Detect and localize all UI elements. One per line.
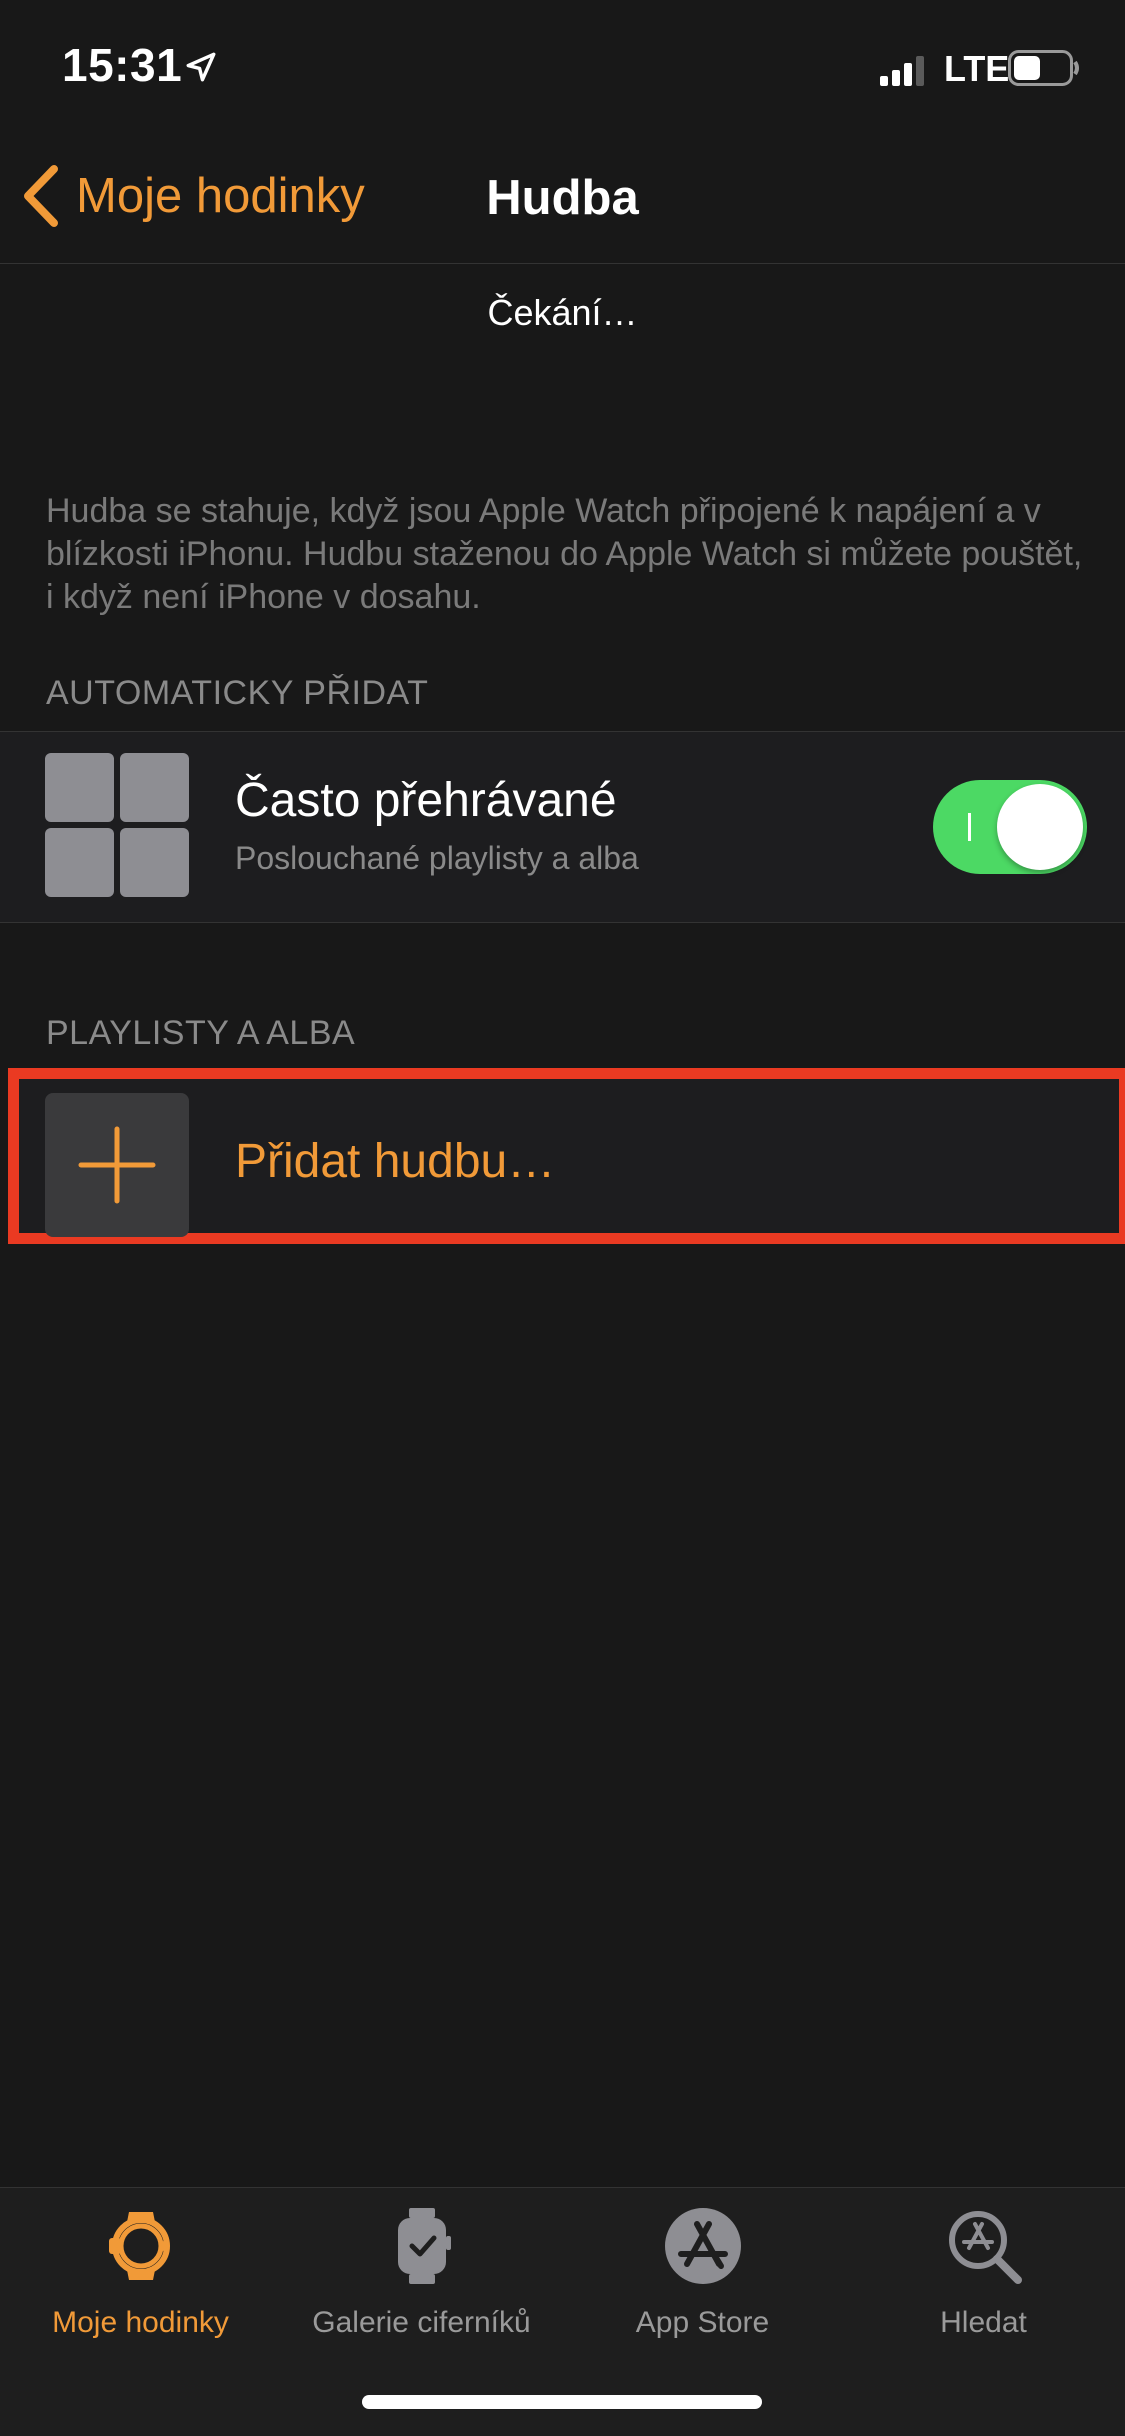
tab-face-gallery[interactable]: Galerie ciferníků bbox=[281, 2200, 562, 2350]
add-music-tile bbox=[45, 1093, 189, 1237]
frequently-played-subtitle: Poslouchané playlisty a alba bbox=[235, 840, 639, 876]
tab-my-watch[interactable]: Moje hodinky bbox=[0, 2200, 281, 2350]
toggle-knob bbox=[997, 784, 1083, 870]
toggle-on-mark bbox=[968, 813, 971, 841]
add-music-label: Přidat hudbu… bbox=[235, 1135, 556, 1188]
signal-icon bbox=[880, 56, 924, 86]
watch-icon bbox=[108, 2212, 170, 2280]
location-arrow-icon bbox=[186, 52, 216, 82]
tab-label: Moje hodinky bbox=[52, 2306, 229, 2339]
tab-app-store[interactable]: App Store bbox=[562, 2200, 843, 2350]
app-store-icon bbox=[664, 2208, 741, 2284]
section-header-auto-add: AUTOMATICKY PŘIDAT bbox=[46, 674, 429, 712]
network-type: LTE bbox=[944, 48, 1010, 89]
frequently-played-title: Často přehrávané bbox=[235, 774, 617, 827]
status-time: 15:31 bbox=[62, 39, 183, 91]
frequently-played-artwork-icon bbox=[45, 753, 189, 897]
info-text: Hudba se stahuje, když jsou Apple Watch … bbox=[46, 492, 1083, 616]
watch-face-gallery-icon bbox=[397, 2208, 451, 2284]
section-header-playlists: PLAYLISTY A ALBA bbox=[46, 1014, 356, 1052]
battery-icon bbox=[1008, 50, 1079, 86]
tab-label: Galerie ciferníků bbox=[312, 2306, 531, 2339]
tab-label: Hledat bbox=[940, 2306, 1027, 2339]
tab-label: App Store bbox=[635, 2306, 770, 2339]
tab-search[interactable]: Hledat bbox=[843, 2200, 1124, 2350]
sync-status: Čekání… bbox=[487, 292, 638, 333]
plus-icon bbox=[78, 1126, 156, 1204]
search-icon bbox=[948, 2211, 1022, 2284]
frequently-played-toggle[interactable] bbox=[933, 780, 1087, 874]
nav-divider bbox=[0, 263, 1125, 264]
back-button-label: Moje hodinky bbox=[76, 169, 365, 223]
chevron-left-icon bbox=[24, 165, 58, 227]
home-indicator[interactable] bbox=[362, 2395, 762, 2409]
back-button[interactable]: Moje hodinky bbox=[22, 165, 365, 227]
